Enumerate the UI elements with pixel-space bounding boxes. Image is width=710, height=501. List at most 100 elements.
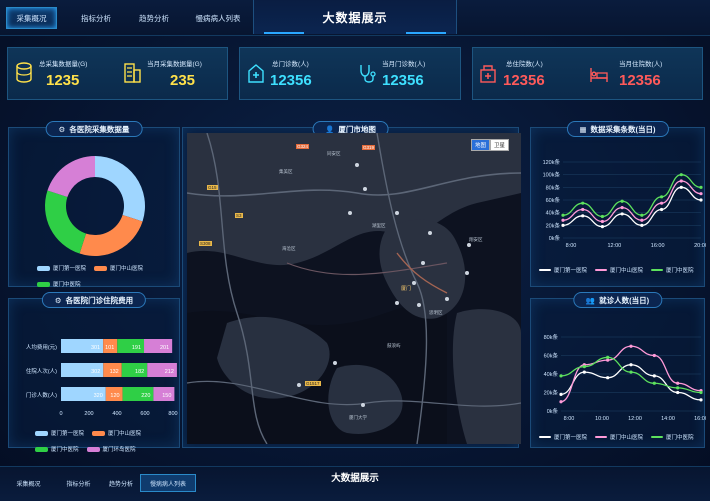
bar-value-label: 191 <box>132 345 141 351</box>
bottom-tab-trend-analysis[interactable]: 趋势分析 <box>106 474 136 492</box>
panel-title: ⚙ 各医院门诊住院费用 <box>41 292 147 308</box>
legend-item[interactable]: 厦门第一医院 <box>35 429 84 437</box>
donut-slice[interactable] <box>44 190 87 254</box>
series-line[interactable] <box>562 186 702 228</box>
panel-title-text: 各医院门诊住院费用 <box>65 295 134 305</box>
legend-item[interactable]: 厦门第一医院 <box>539 433 587 441</box>
map-view[interactable]: 地图 卫星 海沧区 湖里区 思明区 集美区 厦门大学 厦门 翔安区 同安区 鼓浪… <box>187 133 521 444</box>
legend-item[interactable]: 厦门第一医院 <box>37 264 86 272</box>
series-point[interactable] <box>581 207 585 212</box>
series-point[interactable] <box>640 218 644 222</box>
series-point[interactable] <box>600 214 605 219</box>
series-point[interactable] <box>652 374 656 378</box>
series-point[interactable] <box>629 370 633 374</box>
legend-swatch <box>35 446 48 452</box>
database-icon <box>16 62 32 83</box>
legend-item[interactable]: 厦门中山医院 <box>92 429 141 437</box>
bottom-tab-collection-overview[interactable]: 采集概况 <box>6 474 51 492</box>
legend-item[interactable]: 厦门中山医院 <box>595 433 643 441</box>
series-point[interactable] <box>699 390 703 395</box>
series-point[interactable] <box>600 225 605 229</box>
series-point[interactable] <box>561 213 565 217</box>
bottom-tab-chronic-patient-list[interactable]: 慢病病人列表 <box>140 474 196 492</box>
bar-value-label: 212 <box>165 369 174 375</box>
people-icon: 👥 <box>585 295 596 305</box>
line1-legend: 厦门第一医院 厦门中山医院 厦门中医院 <box>539 266 709 274</box>
satellite-mode-button[interactable]: 卫星 <box>489 139 509 151</box>
tab-indicator-analysis[interactable]: 指标分析 <box>66 7 126 29</box>
series-point[interactable] <box>679 173 683 177</box>
map-place-label: 湖里区 <box>372 223 386 228</box>
legend-item[interactable]: 厦门中医院 <box>35 445 79 453</box>
legend-item[interactable]: 厦门中医院 <box>651 266 694 274</box>
legend-item[interactable]: 厦门第一医院 <box>539 266 587 274</box>
series-point[interactable] <box>581 201 585 205</box>
legend-label: 厦门第一医院 <box>53 266 87 272</box>
series-point[interactable] <box>679 179 683 183</box>
series-point[interactable] <box>652 353 656 358</box>
panel-title: ▦ 数据采集条数(当日) <box>566 121 669 137</box>
series-point[interactable] <box>620 199 624 203</box>
series-point[interactable] <box>559 374 563 378</box>
series-point[interactable] <box>629 344 633 348</box>
series-point[interactable] <box>559 392 563 396</box>
series-point[interactable] <box>561 218 565 222</box>
bar-value-label: 101 <box>105 345 114 351</box>
line-chart-visits: 0k条 20k条 40k条 60k条 80k条 8:00 10:00 12:00 14:00 16… <box>544 333 706 422</box>
tab-label: 采集概况 <box>16 13 47 23</box>
series-point[interactable] <box>582 365 586 369</box>
series-point[interactable] <box>659 201 664 205</box>
series-point[interactable] <box>699 198 703 202</box>
tab-chronic-patient-list[interactable]: 慢病病人列表 <box>188 7 248 29</box>
tab-trend-analysis[interactable]: 趋势分析 <box>130 7 178 29</box>
donut-slice[interactable] <box>79 214 143 256</box>
tab-collection-overview[interactable]: 采集概况 <box>6 7 57 29</box>
legend-swatch <box>35 430 48 436</box>
x-tick-label: 14:00 <box>661 416 675 422</box>
legend-item[interactable]: 厦门中山医院 <box>595 266 643 274</box>
map-mode-button[interactable]: 地图 <box>470 139 490 151</box>
series-point[interactable] <box>699 185 703 189</box>
series-point[interactable] <box>659 195 664 199</box>
series-point[interactable] <box>629 363 633 367</box>
series-point[interactable] <box>600 219 605 224</box>
series-point[interactable] <box>606 355 610 359</box>
series-point[interactable] <box>559 400 563 404</box>
top-navbar: 采集概况 指标分析 趋势分析 慢病病人列表 大数据展示 <box>0 0 710 36</box>
series-point[interactable] <box>582 370 586 374</box>
bar-value-label: 132 <box>110 369 119 375</box>
stat-month-outpatient: 当月门诊数(人) 12356 <box>352 48 462 101</box>
hospital-icon <box>248 64 264 83</box>
legend-item[interactable]: 厦门中医院 <box>651 433 694 441</box>
series-point[interactable] <box>606 358 610 362</box>
series-point[interactable] <box>676 390 680 395</box>
series-point[interactable] <box>581 214 585 218</box>
series-point[interactable] <box>699 192 703 196</box>
road-marker: G324 <box>296 144 310 149</box>
legend-item[interactable]: 厦门中山医院 <box>94 264 143 272</box>
series-point[interactable] <box>659 207 664 212</box>
x-tick-label: 200 <box>84 411 93 417</box>
series-point[interactable] <box>676 381 680 385</box>
stat-total-inpatient: 总住院数(人) 12356 <box>473 48 588 101</box>
donut-slice[interactable] <box>95 156 145 222</box>
series-point[interactable] <box>620 206 624 210</box>
series-line[interactable] <box>560 364 702 401</box>
series-point[interactable] <box>620 212 624 216</box>
series-point[interactable] <box>699 398 703 402</box>
bottom-tab-indicator-analysis[interactable]: 指标分析 <box>56 474 101 492</box>
series-point[interactable] <box>561 223 565 227</box>
series-point[interactable] <box>640 223 644 227</box>
y-tick-label: 60k条 <box>546 196 561 204</box>
series-point[interactable] <box>679 185 683 189</box>
legend-item[interactable]: 厦门环岛医院 <box>86 445 136 453</box>
bar-value-label: 150 <box>162 393 171 399</box>
legend-item[interactable]: 厦门中医院 <box>37 280 81 288</box>
series-line[interactable] <box>560 356 702 394</box>
series-point[interactable] <box>640 213 644 217</box>
series-point[interactable] <box>652 381 656 385</box>
series-point[interactable] <box>606 376 610 380</box>
legend-swatch <box>94 265 108 271</box>
donut-slice[interactable] <box>47 156 95 198</box>
series-point[interactable] <box>676 386 680 390</box>
